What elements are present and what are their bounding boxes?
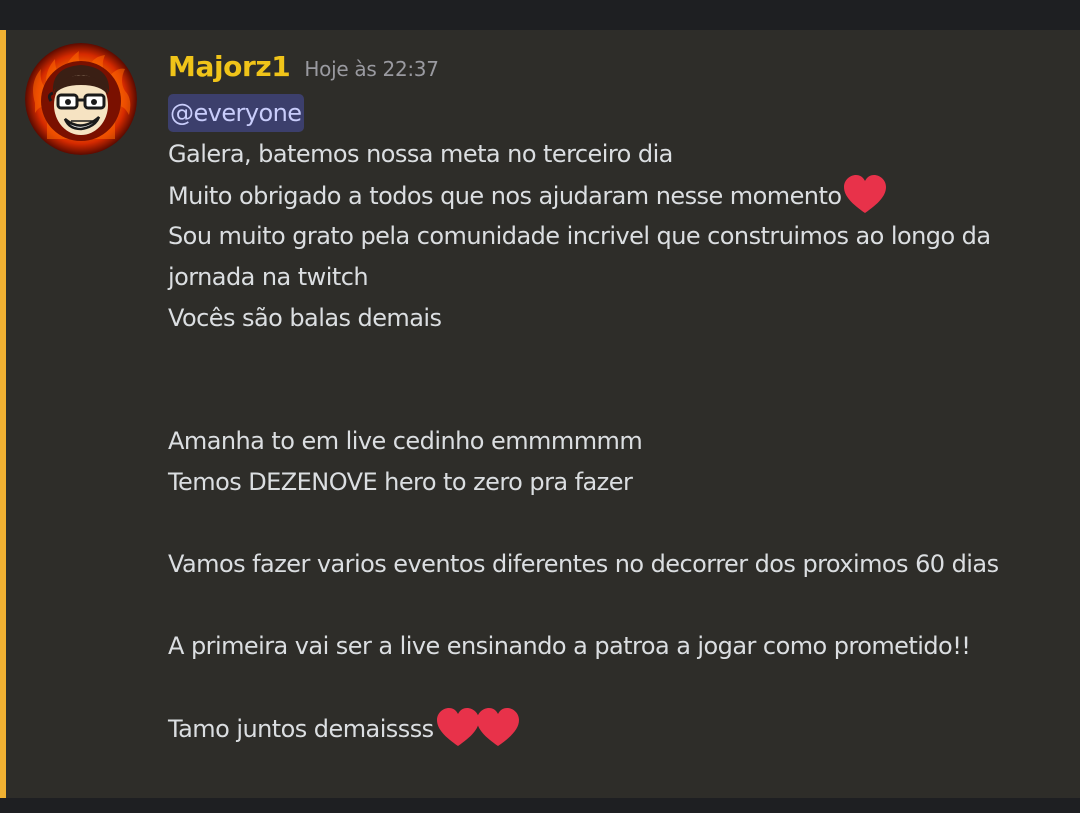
message-line: Tamo juntos demaissss bbox=[168, 708, 1048, 749]
message-line-text: Tamo juntos demaissss bbox=[168, 715, 434, 743]
message-line: Muito obrigado a todos que nos ajudaram … bbox=[168, 175, 1048, 216]
message-header: Majorz1 Hoje às 22:37 bbox=[168, 50, 439, 83]
message-line: Vocês são balas demais bbox=[168, 304, 442, 332]
message-line: Vamos fazer varios eventos diferentes no… bbox=[168, 550, 999, 578]
message-line: Galera, batemos nossa meta no terceiro d… bbox=[168, 140, 673, 168]
message-line-text: Muito obrigado a todos que nos ajudaram … bbox=[168, 182, 842, 210]
chat-message[interactable]: Majorz1 Hoje às 22:37 @everyone Galera, b… bbox=[0, 30, 1080, 798]
mention-highlight-bar bbox=[0, 30, 6, 798]
author-avatar[interactable] bbox=[25, 43, 137, 155]
message-content: @everyone Galera, batemos nossa meta no … bbox=[168, 93, 1048, 749]
heart-emoji bbox=[843, 175, 887, 215]
message-line: A primeira vai ser a live ensinando a pa… bbox=[168, 632, 971, 660]
message-line: Sou muito grato pela comunidade incrivel… bbox=[168, 222, 991, 291]
message-line: Temos DEZENOVE hero to zero pra fazer bbox=[168, 468, 633, 496]
author-username[interactable]: Majorz1 bbox=[168, 50, 291, 83]
everyone-mention[interactable]: @everyone bbox=[168, 94, 304, 132]
message-line: Amanha to em live cedinho emmmmmm bbox=[168, 427, 643, 455]
heart-emoji bbox=[476, 708, 520, 748]
message-timestamp[interactable]: Hoje às 22:37 bbox=[304, 57, 439, 81]
heart-emoji bbox=[436, 708, 480, 748]
bottom-bar bbox=[0, 798, 1080, 813]
top-bar bbox=[0, 0, 1080, 30]
